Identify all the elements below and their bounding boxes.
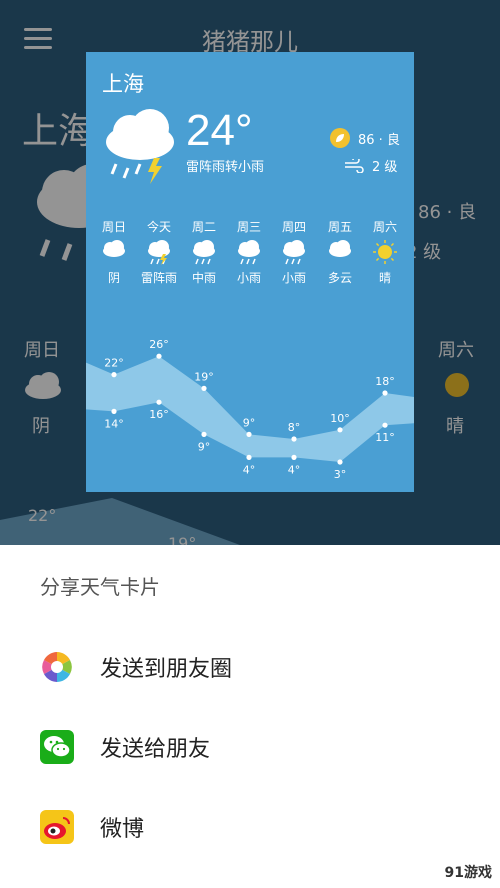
share-sheet: 分享天气卡片 发送到朋友圈 发送给朋友 微博 91游戏: [0, 545, 500, 888]
low-temp-point: [382, 422, 388, 428]
high-temp-label: 26°: [149, 338, 169, 351]
wind-icon: [345, 158, 364, 173]
site-watermark: 91游戏: [422, 862, 494, 882]
light-rain-icon: [271, 239, 317, 267]
forecast-day-name: 周二: [191, 220, 216, 234]
sunny-icon: [362, 239, 408, 267]
forecast-day-name: 周四: [281, 220, 306, 234]
low-temp-label: 14°: [104, 417, 124, 430]
wechat-icon: [40, 730, 74, 764]
forecast-day: 周三 小雨: [226, 218, 272, 286]
forecast-days: 周日阴今天 雷阵雨 周二 中雨 周三 小雨 周四 小雨 周五 多云 周六晴: [86, 218, 414, 288]
forecast-day: 周五 多云: [317, 218, 363, 286]
high-temp-label: 9°: [243, 416, 256, 429]
forecast-day-name: 周六: [372, 220, 397, 234]
low-temp-label: 4°: [288, 463, 301, 476]
high-temp-label: 19°: [194, 370, 214, 383]
share-to-moments-label: 发送到朋友圈: [100, 657, 233, 682]
low-temp-point: [246, 454, 252, 460]
temperature-range-band: [86, 356, 414, 462]
weather-card: 上海 24° 雷阵雨转小雨 86 · 良 2 级 周日阴今天 雷阵雨 周二 中雨 周三小…: [86, 52, 414, 492]
wind-level: 2 级: [344, 156, 397, 175]
forecast-day-name: 周五: [327, 220, 352, 234]
high-temp-point: [291, 436, 297, 442]
high-temp-point: [156, 353, 162, 359]
forecast-day-condition: 阴: [107, 271, 120, 285]
share-to-weibo-button[interactable]: 微博: [0, 797, 500, 857]
high-temp-point: [337, 427, 343, 433]
partly-cloudy-icon: [317, 239, 363, 267]
forecast-day-condition: 小雨: [236, 271, 261, 285]
forecast-day: 周六晴: [362, 218, 408, 286]
high-temp-label: 10°: [330, 412, 350, 425]
current-condition: 雷阵雨转小雨: [186, 160, 265, 175]
forecast-day: 周二 中雨: [181, 218, 227, 286]
low-temp-label: 9°: [198, 440, 211, 453]
high-temp-point: [201, 385, 207, 391]
forecast-day-condition: 多云: [327, 271, 352, 285]
watermark-text: 91游戏: [444, 865, 492, 881]
moments-icon: [41, 651, 73, 683]
thunderstorm-icon: [106, 109, 174, 184]
forecast-day-name: 今天: [146, 220, 171, 234]
forecast-day: 周四 小雨: [271, 218, 317, 286]
high-temp-point: [246, 431, 252, 437]
share-to-weibo-label: 微博: [100, 817, 145, 842]
high-temp-label: 22°: [104, 357, 124, 370]
high-temp-label: 8°: [288, 421, 301, 434]
low-temp-label: 3°: [334, 468, 347, 481]
low-temp-point: [337, 459, 343, 465]
low-temp-label: 11°: [375, 431, 395, 444]
current-temperature: 24°: [186, 106, 253, 155]
high-temp-label: 18°: [375, 375, 395, 388]
low-temp-label: 16°: [149, 408, 169, 421]
card-city-name: 上海: [102, 72, 144, 96]
forecast-day-condition: 晴: [378, 271, 391, 285]
low-temp-point: [291, 454, 297, 460]
forecast-day-condition: 中雨: [191, 271, 216, 285]
moderate-rain-icon: [181, 239, 227, 267]
low-temp-point: [111, 408, 117, 414]
forecast-day: 今天 雷阵雨: [136, 218, 182, 286]
share-to-moments-button[interactable]: 发送到朋友圈: [0, 637, 500, 697]
low-temp-label: 4°: [243, 463, 256, 476]
forecast-day-name: 周日: [101, 220, 126, 234]
high-temp-point: [111, 372, 117, 378]
forecast-day-condition: 雷阵雨: [140, 271, 177, 285]
forecast-day-name: 周三: [236, 220, 261, 234]
send-to-friend-label: 发送给朋友: [100, 737, 211, 762]
light-rain-icon: [226, 239, 272, 267]
overcast-icon: [91, 239, 137, 267]
thunderstorm-icon: [136, 239, 182, 267]
low-temp-point: [201, 431, 207, 437]
temperature-chart: 22° 26° 19° 9° 8° 10° 18° 14° 16° 9° 4° 4° 3° 11°: [86, 338, 414, 481]
high-temp-point: [382, 390, 388, 396]
forecast-day: 周日阴: [91, 218, 137, 286]
weibo-icon: [40, 810, 74, 844]
forecast-day-condition: 小雨: [281, 271, 306, 285]
share-sheet-title: 分享天气卡片: [40, 575, 160, 599]
send-to-friend-button[interactable]: 发送给朋友: [0, 717, 500, 777]
low-temp-point: [156, 399, 162, 405]
wind-value: 2 级: [372, 160, 398, 175]
air-quality: 86 · 良: [330, 128, 400, 148]
leaf-icon: [330, 128, 350, 148]
aqi-value: 86 · 良: [358, 132, 400, 148]
